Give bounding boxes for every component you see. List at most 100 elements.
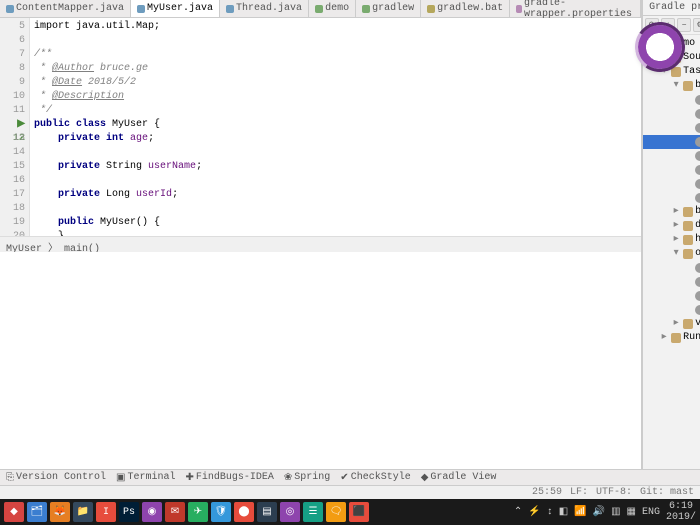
tree-item[interactable]: compileJava: [643, 261, 700, 275]
breadcrumb[interactable]: MyUser 〉 main(): [0, 236, 641, 252]
tree-item[interactable]: compileTestJava: [643, 275, 700, 289]
taskbar-tray: ⌃ ⚡ ↕ ◧ 📶 🔊 ▥ ▦ ENG 6:192019/: [514, 501, 696, 523]
tray-icon[interactable]: ▥: [611, 506, 620, 518]
tree-label: build: [695, 80, 700, 92]
tool-window-tab[interactable]: ❀ Spring: [284, 472, 330, 484]
taskbar-app[interactable]: ✈: [188, 502, 208, 522]
editor-tab[interactable]: gradlew.bat: [421, 0, 510, 17]
tray-icon[interactable]: ↕: [547, 507, 553, 518]
tree-label: other: [695, 248, 700, 260]
tree-twisty[interactable]: ▾: [671, 248, 681, 260]
tree-item[interactable]: ▸build setup: [643, 205, 700, 219]
taskbar-app[interactable]: ✉: [165, 502, 185, 522]
tree-icon: [695, 291, 700, 301]
taskbar-app[interactable]: ⬛: [349, 502, 369, 522]
editor-tab[interactable]: MyUser.java: [131, 0, 220, 17]
taskbar-app[interactable]: ☰: [303, 502, 323, 522]
tree-item[interactable]: ▾ other: [643, 247, 700, 261]
tree-item[interactable]: classes: [643, 149, 700, 163]
tree-twisty[interactable]: ▾: [671, 80, 681, 92]
editor-tab[interactable]: gradlew: [356, 0, 421, 17]
tree-item[interactable]: ▸ verification: [643, 317, 700, 331]
tree-twisty[interactable]: ▸: [671, 206, 681, 218]
tree-icon: [695, 193, 700, 203]
encoding[interactable]: UTF-8:: [596, 487, 632, 498]
editor-tab[interactable]: ContentMapper.java: [0, 0, 131, 17]
tree-icon: [683, 81, 693, 91]
tool-window-tab[interactable]: ✔ CheckStyle: [340, 472, 410, 484]
panel-title: Gradle projects: [643, 0, 700, 16]
tree-item[interactable]: assemble: [643, 93, 700, 107]
tray-icon[interactable]: ⚡: [528, 506, 540, 518]
tool-window-icon: ❀: [284, 472, 292, 484]
tree-item[interactable]: build: [643, 107, 700, 121]
line-gutter: 567891011▶ 12131415161718192021▶ 222324💡…: [0, 18, 30, 236]
tool-window-icon: ✚: [185, 472, 193, 484]
taskbar-app[interactable]: ◆: [4, 502, 24, 522]
progress-indicator[interactable]: 73%: [638, 25, 682, 69]
tree-twisty[interactable]: ▸: [659, 332, 669, 344]
git-branch[interactable]: Git: mast: [640, 487, 694, 498]
tray-icon[interactable]: 🔊: [593, 506, 605, 518]
file-icon: [427, 5, 435, 13]
editor-tabs: ContentMapper.javaMyUser.javaThread.java…: [0, 0, 641, 18]
tree-item[interactable]: testClasses: [643, 191, 700, 205]
tool-window-icon: ◆: [421, 472, 429, 484]
tray-icon[interactable]: ▦: [627, 506, 636, 518]
code-content[interactable]: import java.util.Map; /** * @Author bruc…: [30, 18, 641, 236]
tree-item[interactable]: jar: [643, 177, 700, 191]
taskbar-app[interactable]: 🦊: [50, 502, 70, 522]
tree-icon: [695, 179, 700, 189]
taskbar-app[interactable]: ◉: [142, 502, 162, 522]
editor-tab[interactable]: gradle-wrapper.properties: [510, 0, 641, 17]
tree-icon: [695, 109, 700, 119]
file-icon: [6, 5, 14, 13]
tree-item[interactable]: buildDependents: [643, 121, 700, 135]
taskbar-app[interactable]: ◎: [280, 502, 300, 522]
tree-item[interactable]: buildNeeded: [643, 135, 700, 149]
clock[interactable]: 6:192019/: [666, 501, 696, 523]
panel-title-text: Gradle projects: [649, 2, 700, 13]
tree-item[interactable]: ▸help: [643, 233, 700, 247]
tree-item[interactable]: processResources: [643, 289, 700, 303]
taskbar-app[interactable]: 🗂: [27, 502, 47, 522]
tree-item[interactable]: processTestResources: [643, 303, 700, 317]
tree-label: verification: [695, 318, 700, 330]
tool-window-bar: ⎘ Version Control ▣ Terminal ✚ FindBugs-ID…: [0, 469, 700, 485]
language-indicator[interactable]: ENG: [642, 507, 660, 518]
tree-label: Source Sets: [683, 52, 700, 64]
gradle-tree[interactable]: ▾demoSource Sets▾Tasks▾buildassemblebuil…: [643, 35, 700, 469]
tree-icon: [695, 277, 700, 287]
line-ending[interactable]: LF:: [570, 487, 588, 498]
tree-twisty[interactable]: ▸: [671, 220, 681, 232]
tree-item[interactable]: clean: [643, 163, 700, 177]
editor-tab[interactable]: Thread.java: [220, 0, 309, 17]
editor-tab[interactable]: demo: [309, 0, 356, 17]
toolbar-btn[interactable]: ⚙: [693, 18, 700, 32]
tree-icon: [695, 95, 700, 105]
tree-item[interactable]: ▸ documentation: [643, 219, 700, 233]
tool-window-tab[interactable]: ▣ Terminal: [116, 472, 175, 484]
tray-icon[interactable]: ⌃: [514, 506, 522, 518]
taskbar-app[interactable]: ⬤: [234, 502, 254, 522]
tree-item[interactable]: ▸Run Configurations: [643, 331, 700, 345]
taskbar-app[interactable]: 📁: [73, 502, 93, 522]
tree-item[interactable]: ▾ build: [643, 79, 700, 93]
tool-window-tab[interactable]: ◆ Gradle View: [421, 472, 497, 484]
tree-twisty[interactable]: ▸: [671, 234, 681, 246]
tray-icon[interactable]: ◧: [559, 506, 568, 518]
tree-label: documentation: [695, 220, 700, 232]
taskbar-app[interactable]: I: [96, 502, 116, 522]
tray-icon[interactable]: 📶: [574, 506, 586, 518]
tool-window-tab[interactable]: ✚ FindBugs-IDEA: [185, 472, 273, 484]
taskbar-app[interactable]: Ps: [119, 502, 139, 522]
tree-icon: [683, 207, 693, 217]
tool-window-tab[interactable]: ⎘ Version Control: [6, 472, 106, 484]
taskbar-app[interactable]: 🗨: [326, 502, 346, 522]
editor-pane: ContentMapper.javaMyUser.javaThread.java…: [0, 0, 642, 469]
taskbar-app[interactable]: ▤: [257, 502, 277, 522]
tree-icon: [695, 263, 700, 273]
tree-twisty[interactable]: ▸: [671, 318, 681, 330]
file-icon: [226, 5, 234, 13]
taskbar-app[interactable]: 🛡: [211, 502, 231, 522]
